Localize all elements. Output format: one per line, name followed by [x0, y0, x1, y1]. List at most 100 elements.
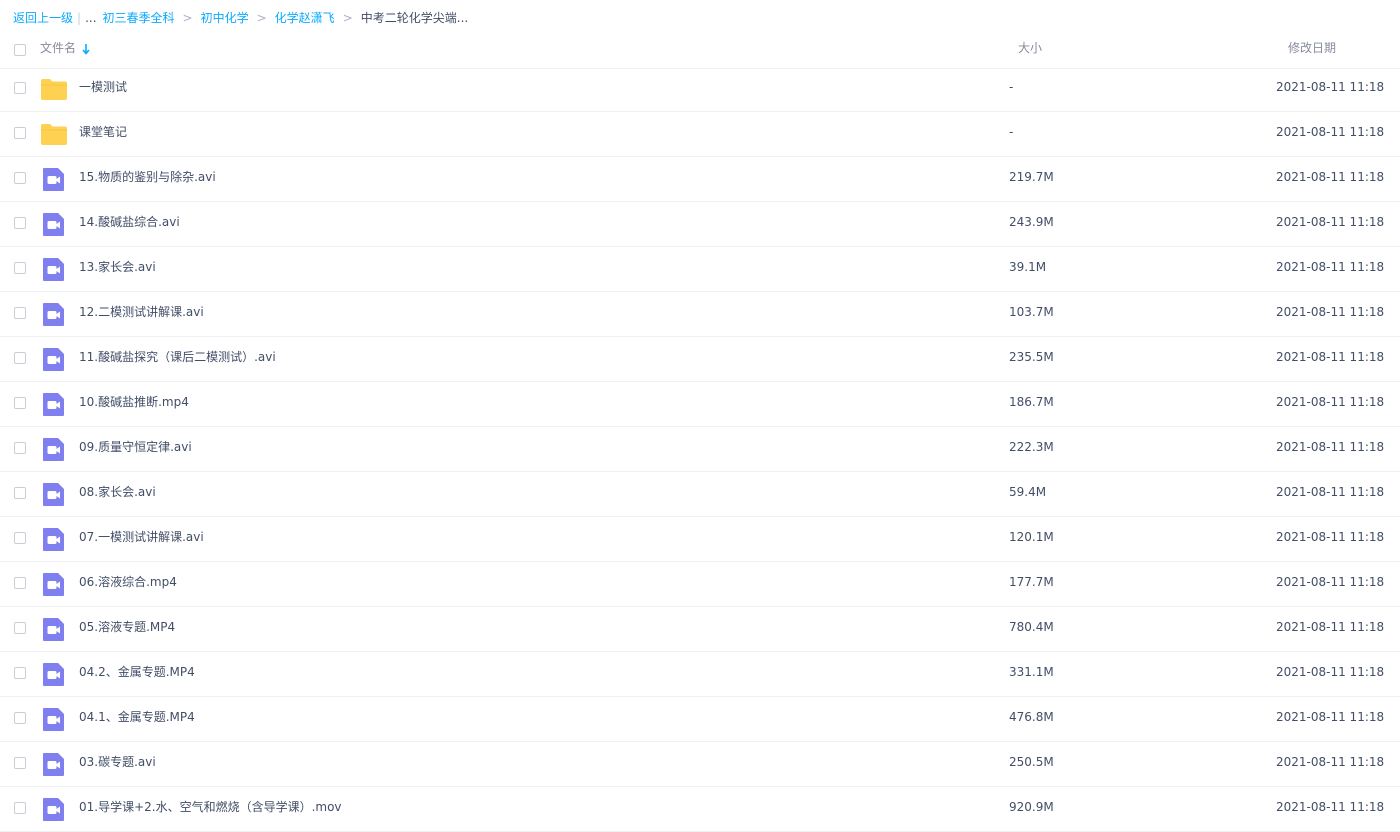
file-name[interactable]: 03.碳专题.avi — [79, 741, 156, 784]
breadcrumb-item-1[interactable]: 初三春季全科 — [103, 0, 175, 36]
file-name[interactable]: 15.物质的鉴别与除杂.avi — [79, 156, 216, 199]
row-checkbox[interactable] — [14, 307, 26, 319]
file-size: 39.1M — [1009, 260, 1047, 274]
file-date: 2021-08-11 11:18 — [1276, 260, 1385, 274]
file-name[interactable]: 12.二模测试讲解课.avi — [79, 291, 204, 334]
file-name[interactable]: 06.溶液综合.mp4 — [79, 561, 177, 604]
video-icon[interactable] — [40, 345, 68, 373]
file-date: 2021-08-11 11:18 — [1276, 665, 1385, 679]
video-icon[interactable] — [40, 390, 68, 418]
video-icon[interactable] — [40, 435, 68, 463]
file-row[interactable]: 04.2、金属专题.MP4 331.1M 2021-08-11 11:18 — [0, 651, 1400, 697]
file-date: 2021-08-11 11:18 — [1276, 755, 1385, 769]
column-header-size[interactable]: 大小 — [1018, 36, 1042, 61]
file-name[interactable]: 05.溶液专题.MP4 — [79, 606, 175, 649]
file-name[interactable]: 课堂笔记 — [79, 111, 127, 154]
video-icon[interactable] — [40, 525, 68, 553]
select-all-checkbox[interactable] — [14, 44, 26, 56]
file-date: 2021-08-11 11:18 — [1276, 575, 1385, 589]
file-date: 2021-08-11 11:18 — [1276, 305, 1385, 319]
video-icon[interactable] — [40, 660, 68, 688]
file-name[interactable]: 04.2、金属专题.MP4 — [79, 651, 195, 694]
file-row[interactable]: 11.酸碱盐探究（课后二模测试）.avi 235.5M 2021-08-11 11:… — [0, 336, 1400, 382]
file-row[interactable]: 04.1、金属专题.MP4 476.8M 2021-08-11 11:18 — [0, 696, 1400, 742]
file-date: 2021-08-11 11:18 — [1276, 350, 1385, 364]
file-name[interactable]: 14.酸碱盐综合.avi — [79, 201, 180, 244]
row-checkbox[interactable] — [14, 442, 26, 454]
row-checkbox[interactable] — [14, 82, 26, 94]
row-checkbox[interactable] — [14, 757, 26, 769]
video-icon[interactable] — [40, 615, 68, 643]
file-row[interactable]: 09.质量守恒定律.avi 222.3M 2021-08-11 11:18 — [0, 426, 1400, 472]
file-name[interactable]: 一模测试 — [79, 66, 127, 109]
file-date: 2021-08-11 11:18 — [1276, 530, 1385, 544]
file-name[interactable]: 10.酸碱盐推断.mp4 — [79, 381, 189, 424]
row-checkbox[interactable] — [14, 712, 26, 724]
column-header-name-label: 文件名 — [40, 41, 77, 55]
file-row[interactable]: 08.家长会.avi 59.4M 2021-08-11 11:18 — [0, 471, 1400, 517]
file-row[interactable]: 课堂笔记 - 2021-08-11 11:18 — [0, 111, 1400, 157]
file-size: 243.9M — [1009, 215, 1054, 229]
file-row[interactable]: 13.家长会.avi 39.1M 2021-08-11 11:18 — [0, 246, 1400, 292]
file-name[interactable]: 09.质量守恒定律.avi — [79, 426, 192, 469]
row-checkbox[interactable] — [14, 397, 26, 409]
file-date: 2021-08-11 11:18 — [1276, 710, 1385, 724]
breadcrumb-ellipsis[interactable]: ... — [85, 0, 96, 36]
file-name[interactable]: 13.家长会.avi — [79, 246, 156, 289]
row-checkbox[interactable] — [14, 352, 26, 364]
back-link[interactable]: 返回上一级 — [13, 0, 73, 36]
row-checkbox[interactable] — [14, 532, 26, 544]
video-icon[interactable] — [40, 705, 68, 733]
file-date: 2021-08-11 11:18 — [1276, 800, 1385, 814]
breadcrumb-item-2[interactable]: 初中化学 — [201, 0, 249, 36]
file-name[interactable]: 04.1、金属专题.MP4 — [79, 696, 195, 739]
file-name[interactable]: 01.导学课+2.水、空气和燃烧（含导学课）.mov — [79, 786, 342, 829]
file-row[interactable]: 05.溶液专题.MP4 780.4M 2021-08-11 11:18 — [0, 606, 1400, 652]
row-checkbox[interactable] — [14, 127, 26, 139]
column-header-name[interactable]: 文件名 — [40, 36, 90, 61]
row-checkbox[interactable] — [14, 802, 26, 814]
file-row[interactable]: 07.一模测试讲解课.avi 120.1M 2021-08-11 11:18 — [0, 516, 1400, 562]
video-icon[interactable] — [40, 570, 68, 598]
video-icon[interactable] — [40, 165, 68, 193]
file-date: 2021-08-11 11:18 — [1276, 620, 1385, 634]
row-checkbox[interactable] — [14, 487, 26, 499]
video-icon[interactable] — [40, 300, 68, 328]
file-size: 476.8M — [1009, 710, 1054, 724]
file-name[interactable]: 08.家长会.avi — [79, 471, 156, 514]
file-row[interactable]: 14.酸碱盐综合.avi 243.9M 2021-08-11 11:18 — [0, 201, 1400, 247]
sort-down-arrow-icon[interactable] — [82, 43, 90, 55]
folder-icon[interactable] — [40, 75, 68, 103]
file-row[interactable]: 一模测试 - 2021-08-11 11:18 — [0, 66, 1400, 112]
row-checkbox[interactable] — [14, 667, 26, 679]
row-checkbox[interactable] — [14, 577, 26, 589]
file-row[interactable]: 03.碳专题.avi 250.5M 2021-08-11 11:18 — [0, 741, 1400, 787]
row-checkbox[interactable] — [14, 622, 26, 634]
file-row[interactable]: 12.二模测试讲解课.avi 103.7M 2021-08-11 11:18 — [0, 291, 1400, 337]
file-size: 219.7M — [1009, 170, 1054, 184]
row-checkbox[interactable] — [14, 217, 26, 229]
row-checkbox[interactable] — [14, 262, 26, 274]
video-icon[interactable] — [40, 480, 68, 508]
video-icon[interactable] — [40, 795, 68, 823]
file-row[interactable]: 01.导学课+2.水、空气和燃烧（含导学课）.mov 920.9M 2021-08-… — [0, 786, 1400, 832]
file-date: 2021-08-11 11:18 — [1276, 215, 1385, 229]
file-size: 177.7M — [1009, 575, 1054, 589]
file-size: 780.4M — [1009, 620, 1054, 634]
file-row[interactable]: 06.溶液综合.mp4 177.7M 2021-08-11 11:18 — [0, 561, 1400, 607]
folder-icon[interactable] — [40, 120, 68, 148]
file-list-header: 文件名 大小 修改日期 — [0, 36, 1400, 69]
breadcrumb-separator: > — [182, 11, 193, 25]
file-name[interactable]: 11.酸碱盐探究（课后二模测试）.avi — [79, 336, 276, 379]
row-checkbox[interactable] — [14, 172, 26, 184]
video-icon[interactable] — [40, 210, 68, 238]
file-size: 186.7M — [1009, 395, 1054, 409]
file-row[interactable]: 15.物质的鉴别与除杂.avi 219.7M 2021-08-11 11:18 — [0, 156, 1400, 202]
file-size: 120.1M — [1009, 530, 1054, 544]
video-icon[interactable] — [40, 255, 68, 283]
file-row[interactable]: 10.酸碱盐推断.mp4 186.7M 2021-08-11 11:18 — [0, 381, 1400, 427]
breadcrumb-item-3[interactable]: 化学赵潇飞 — [275, 0, 335, 36]
file-name[interactable]: 07.一模测试讲解课.avi — [79, 516, 204, 559]
video-icon[interactable] — [40, 750, 68, 778]
column-header-date[interactable]: 修改日期 — [1288, 36, 1336, 61]
